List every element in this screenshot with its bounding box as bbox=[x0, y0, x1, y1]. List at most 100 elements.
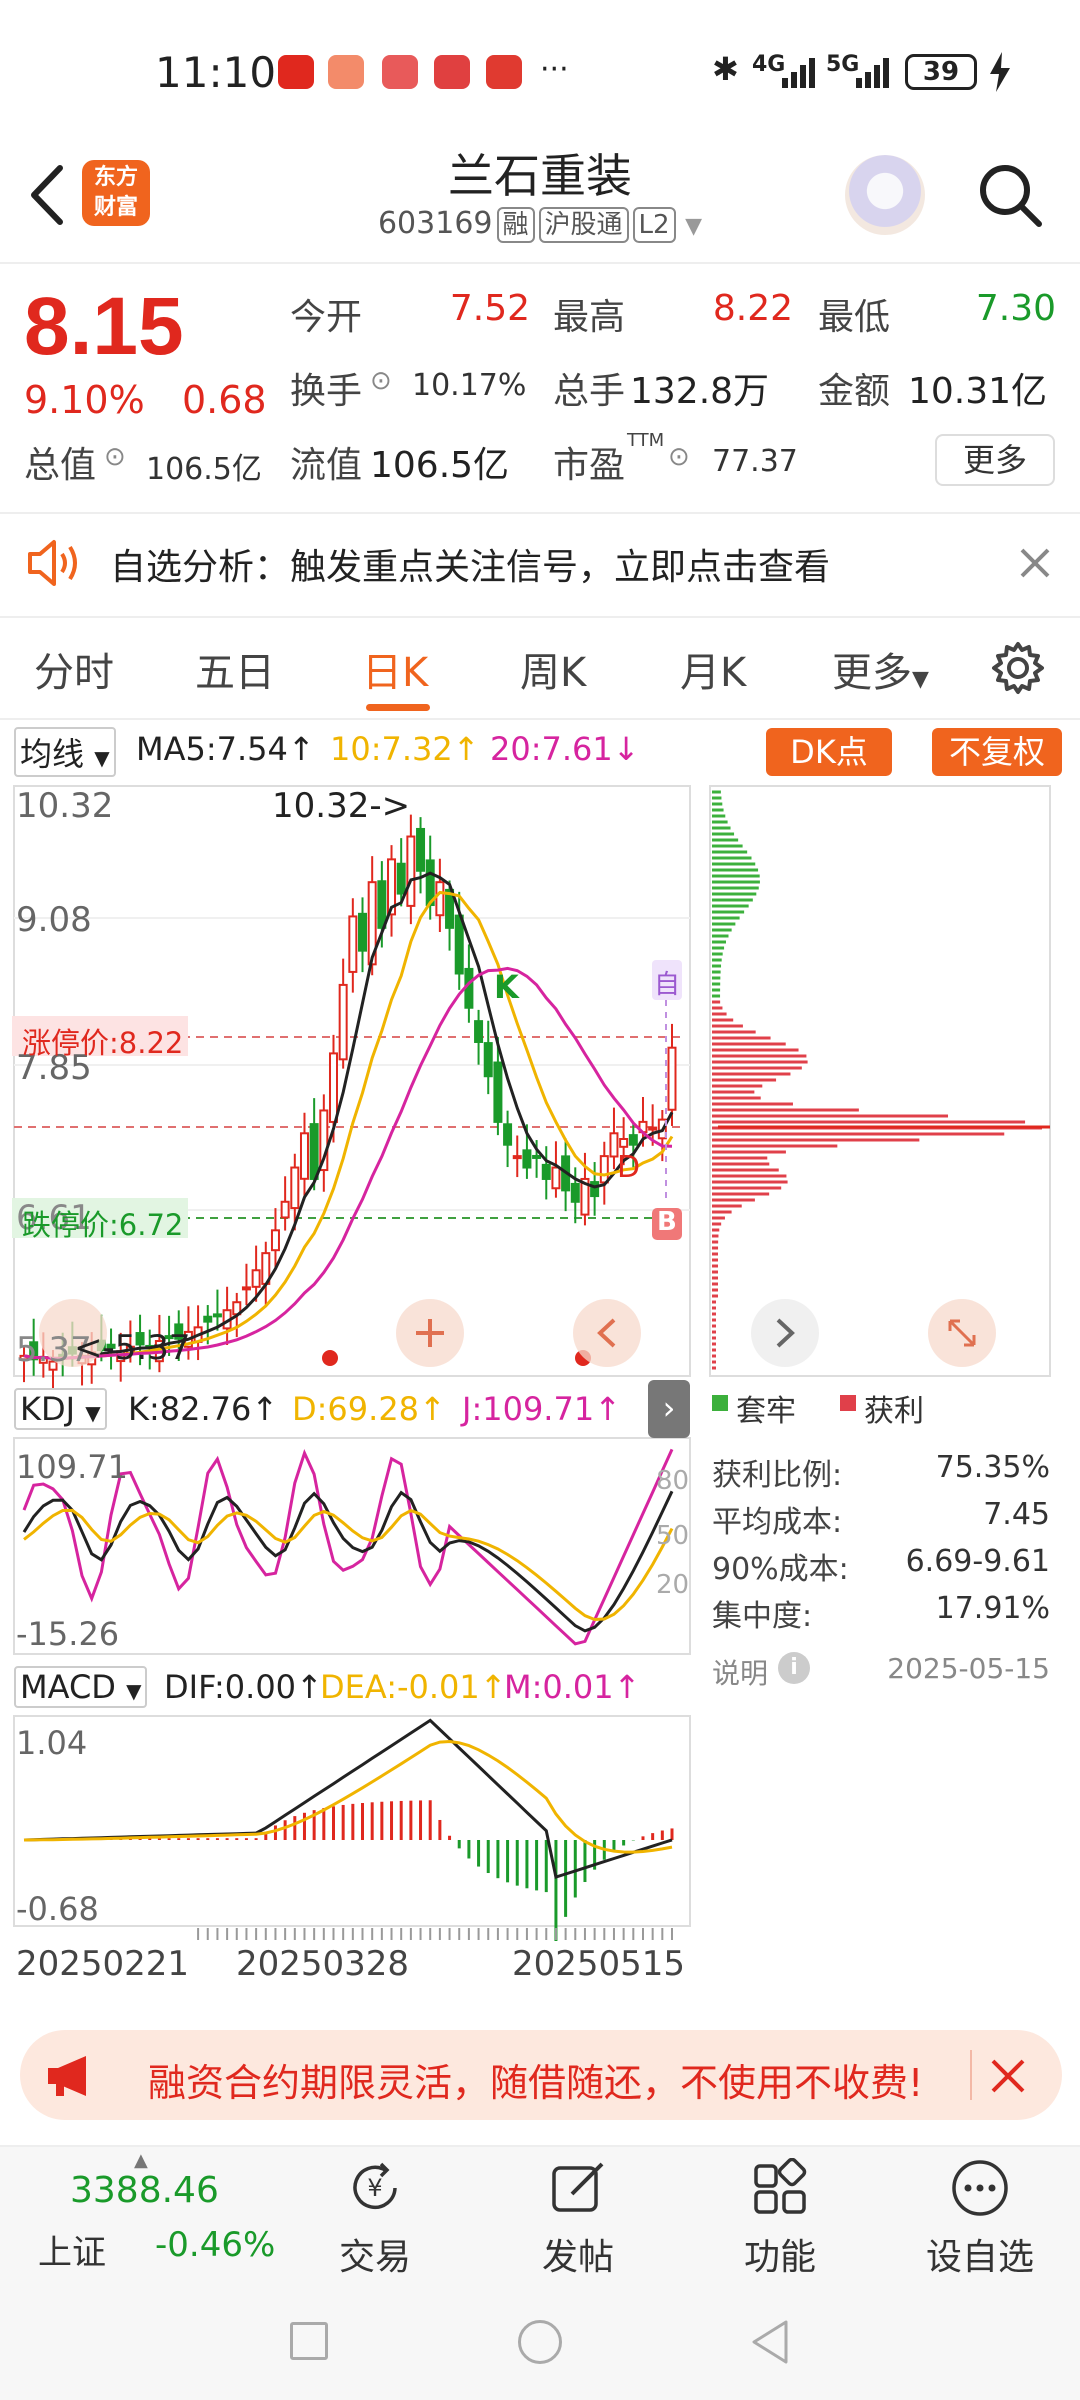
high-value: 8.22 bbox=[712, 288, 793, 329]
ma-line-10 bbox=[23, 890, 674, 1360]
adjust-button[interactable]: 不复权 bbox=[932, 728, 1062, 776]
macd-dea-legend: DEA:-0.01↑ bbox=[320, 1668, 507, 1706]
avg-cost-label: 平均成本: bbox=[712, 1505, 843, 1540]
candle-body bbox=[290, 1166, 300, 1210]
notification-icon-app5 bbox=[486, 55, 522, 89]
tag-margin: 融 bbox=[496, 207, 535, 243]
buy-marker: B bbox=[657, 1207, 677, 1237]
assistant-avatar[interactable] bbox=[845, 155, 925, 235]
ma-dropdown-label: 均线 bbox=[20, 735, 85, 773]
candle-body bbox=[416, 827, 426, 872]
max-price-marker: 10.32-> bbox=[272, 786, 411, 826]
expand-panel-button[interactable]: › bbox=[648, 1380, 690, 1438]
macd-y-bottom: -0.68 bbox=[16, 1890, 99, 1928]
tab-daily-k[interactable]: 日K bbox=[362, 640, 428, 698]
avg-cost-value: 7.45 bbox=[983, 1497, 1050, 1532]
tag-level2: L2 bbox=[632, 207, 676, 243]
info-icon[interactable]: i bbox=[778, 1652, 810, 1684]
pe-value: 77.37 bbox=[712, 444, 798, 479]
signal-icon-1 bbox=[782, 58, 815, 88]
candle-body bbox=[483, 1042, 493, 1078]
index-name[interactable]: 上证 bbox=[38, 2225, 106, 2274]
ma-line-group bbox=[23, 871, 674, 1360]
amount-label: 金额 bbox=[818, 371, 891, 412]
kdj-j-value: J:109.71 bbox=[462, 1390, 595, 1428]
note-label[interactable]: 说明 bbox=[712, 1652, 768, 1692]
more-dots-icon[interactable] bbox=[950, 2158, 1010, 2218]
high-label: 最高 bbox=[553, 297, 626, 338]
tab-five-day[interactable]: 五日 bbox=[195, 640, 275, 698]
function-grid-icon[interactable] bbox=[750, 2158, 810, 2218]
ma-dropdown[interactable]: 均线 ▼ bbox=[14, 727, 116, 777]
recent-apps-button[interactable] bbox=[290, 2322, 328, 2360]
ma-line-5 bbox=[23, 871, 674, 1360]
kdj-d-line bbox=[23, 1508, 674, 1622]
dk-point-button[interactable]: DK点 bbox=[766, 728, 892, 776]
dk-label: DK点 bbox=[790, 733, 868, 771]
index-value[interactable]: 3388.46 bbox=[70, 2170, 219, 2211]
candle-body bbox=[328, 1052, 338, 1123]
trapped-legend-label: 套牢 bbox=[736, 1394, 796, 1429]
speaker-icon bbox=[28, 540, 77, 586]
candle-body bbox=[396, 862, 406, 895]
candle-body bbox=[570, 1182, 580, 1203]
nav-post[interactable]: 发帖 bbox=[508, 2228, 648, 2280]
caret-up-icon: ▲ bbox=[134, 2150, 148, 2171]
kdj-k-line bbox=[22, 1490, 674, 1633]
nav-trade[interactable]: 交易 bbox=[305, 2228, 445, 2280]
tab-more[interactable]: 更多▼ bbox=[832, 640, 929, 698]
candle-body bbox=[590, 1181, 600, 1198]
low-value: 7.30 bbox=[975, 288, 1056, 329]
trade-yen-icon[interactable]: ¥ bbox=[345, 2158, 405, 2218]
nav-function[interactable]: 功能 bbox=[710, 2228, 850, 2280]
candle-body bbox=[522, 1149, 532, 1169]
tab-weekly-k[interactable]: 周K bbox=[520, 640, 586, 698]
stock-code: 603169 bbox=[377, 206, 493, 241]
caret-down-icon: ▼ bbox=[94, 746, 110, 770]
close-icon[interactable] bbox=[1020, 548, 1050, 578]
kdj-dropdown[interactable]: KDJ ▼ bbox=[14, 1388, 107, 1430]
volume-label: 总手 bbox=[553, 371, 626, 412]
more-button[interactable]: 更多 bbox=[935, 434, 1055, 486]
info-icon[interactable]: ⊙ bbox=[370, 366, 392, 396]
candle-body bbox=[599, 1155, 609, 1184]
close-icon[interactable] bbox=[990, 2058, 1026, 2094]
kdj-y-top: 109.71 bbox=[16, 1448, 128, 1486]
tab-more-label: 更多 bbox=[832, 650, 912, 696]
info-icon[interactable]: ⊙ bbox=[668, 442, 690, 472]
x-label-mid: 20250328 bbox=[236, 1944, 410, 1984]
concentration-value: 17.91% bbox=[935, 1591, 1050, 1626]
candle-body bbox=[358, 912, 368, 952]
kdj-d-value: D:69.28 bbox=[292, 1390, 420, 1428]
network-5g-label: 5G bbox=[826, 52, 860, 77]
candlestick-group bbox=[19, 814, 677, 1393]
candle-body bbox=[619, 1138, 629, 1148]
macd-m-legend: M:0.01↑ bbox=[504, 1668, 641, 1706]
candle-body bbox=[541, 1163, 551, 1180]
next-button bbox=[751, 1299, 819, 1367]
candle-body bbox=[667, 1046, 677, 1111]
divider bbox=[0, 616, 1080, 618]
candle-body bbox=[454, 914, 464, 975]
macd-y-top: 1.04 bbox=[16, 1724, 88, 1762]
system-back-button[interactable] bbox=[748, 2318, 790, 2366]
settings-gear-icon[interactable] bbox=[990, 640, 1046, 696]
divider bbox=[0, 718, 1080, 720]
info-icon[interactable]: ⊙ bbox=[104, 442, 126, 472]
macd-dropdown[interactable]: MACD ▼ bbox=[14, 1666, 148, 1708]
alert-text: 自选分析：触发重点关注信号，立即点击查看 bbox=[110, 547, 831, 588]
search-icon[interactable] bbox=[975, 160, 1045, 230]
kdj-dropdown-label: KDJ bbox=[20, 1390, 76, 1428]
post-edit-icon[interactable] bbox=[548, 2158, 608, 2218]
kdj-level-20: 20 bbox=[656, 1570, 690, 1600]
y-label-mid1: 9.08 bbox=[16, 900, 92, 940]
network-4g-label: 4G bbox=[752, 52, 786, 77]
tab-monthly-k[interactable]: 月K bbox=[680, 640, 746, 698]
tab-intraday[interactable]: 分时 bbox=[34, 640, 114, 698]
macd-dea-value: DEA:-0.01 bbox=[320, 1668, 480, 1706]
home-button[interactable] bbox=[518, 2320, 562, 2364]
nav-add-watchlist[interactable]: 设自选 bbox=[910, 2228, 1050, 2280]
limit-up-label: 涨停价:8.22 bbox=[22, 1026, 184, 1060]
open-value: 7.52 bbox=[449, 288, 530, 329]
low-label: 最低 bbox=[818, 297, 891, 338]
